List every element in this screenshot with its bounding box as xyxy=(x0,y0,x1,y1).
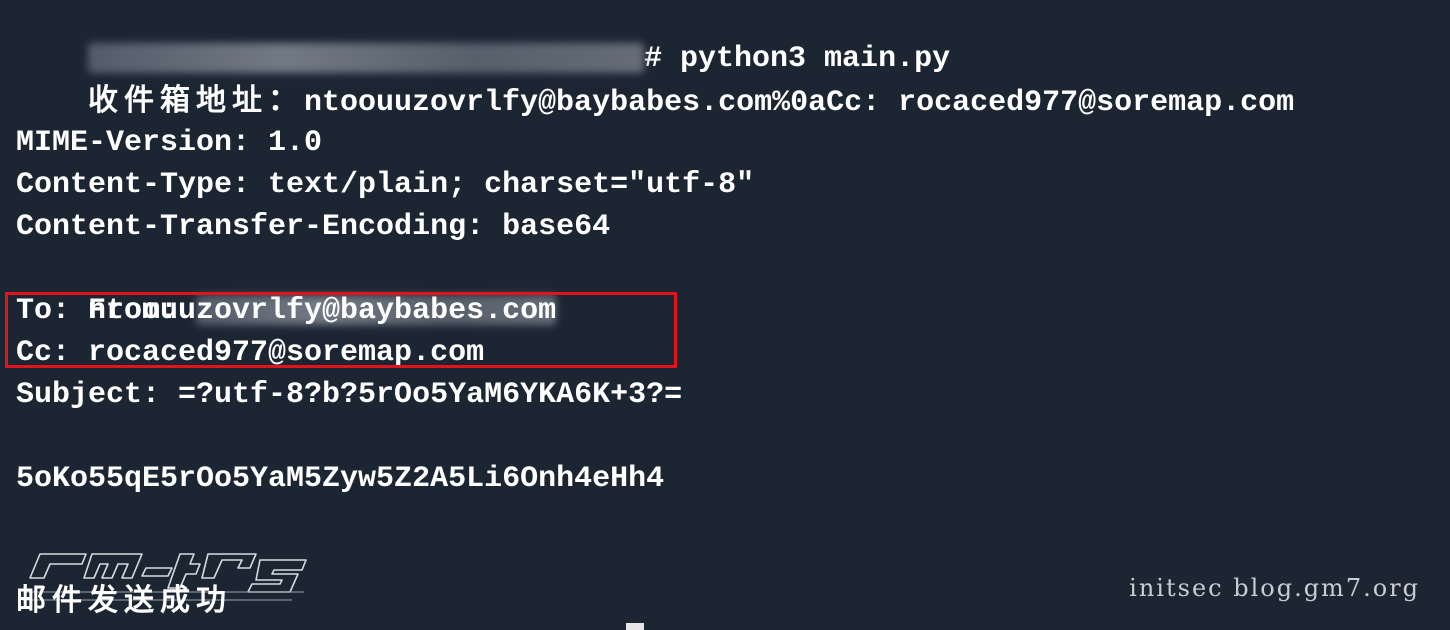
inbox-value: ntoouuzovrlfy@baybabes.com%0aCc: rocaced… xyxy=(304,86,1295,120)
from-line: From: xyxy=(16,248,557,328)
inbox-label: 收件箱地址： xyxy=(88,83,305,118)
content-type-line: Content-Type: text/plain; charset="utf-8… xyxy=(16,168,755,202)
watermark-text: initsec blog.gm7.org xyxy=(1129,574,1420,602)
subject-line: Subject: =?utf-8?b?5rOo5YaM6YKA6K+3?= xyxy=(16,378,683,412)
transfer-encoding-line: Content-Transfer-Encoding: base64 xyxy=(16,210,611,244)
inbox-address-line: 收件箱地址：ntoouuzovrlfy@baybabes.com%0aCc: r… xyxy=(16,38,1294,120)
terminal-cursor xyxy=(626,623,644,630)
command-line: # python3 main.py xyxy=(16,0,950,76)
highlight-box xyxy=(5,292,677,368)
success-message: 邮件发送成功 xyxy=(16,583,232,618)
body-line: 5oKo55qE5rOo5YaM5Zyw5Z2A5Li6Onh4eHh4 xyxy=(16,462,665,496)
terminal-window[interactable]: # python3 main.py 收件箱地址：ntoouuzovrlfy@ba… xyxy=(0,0,1450,630)
mime-version-line: MIME-Version: 1.0 xyxy=(16,126,323,160)
